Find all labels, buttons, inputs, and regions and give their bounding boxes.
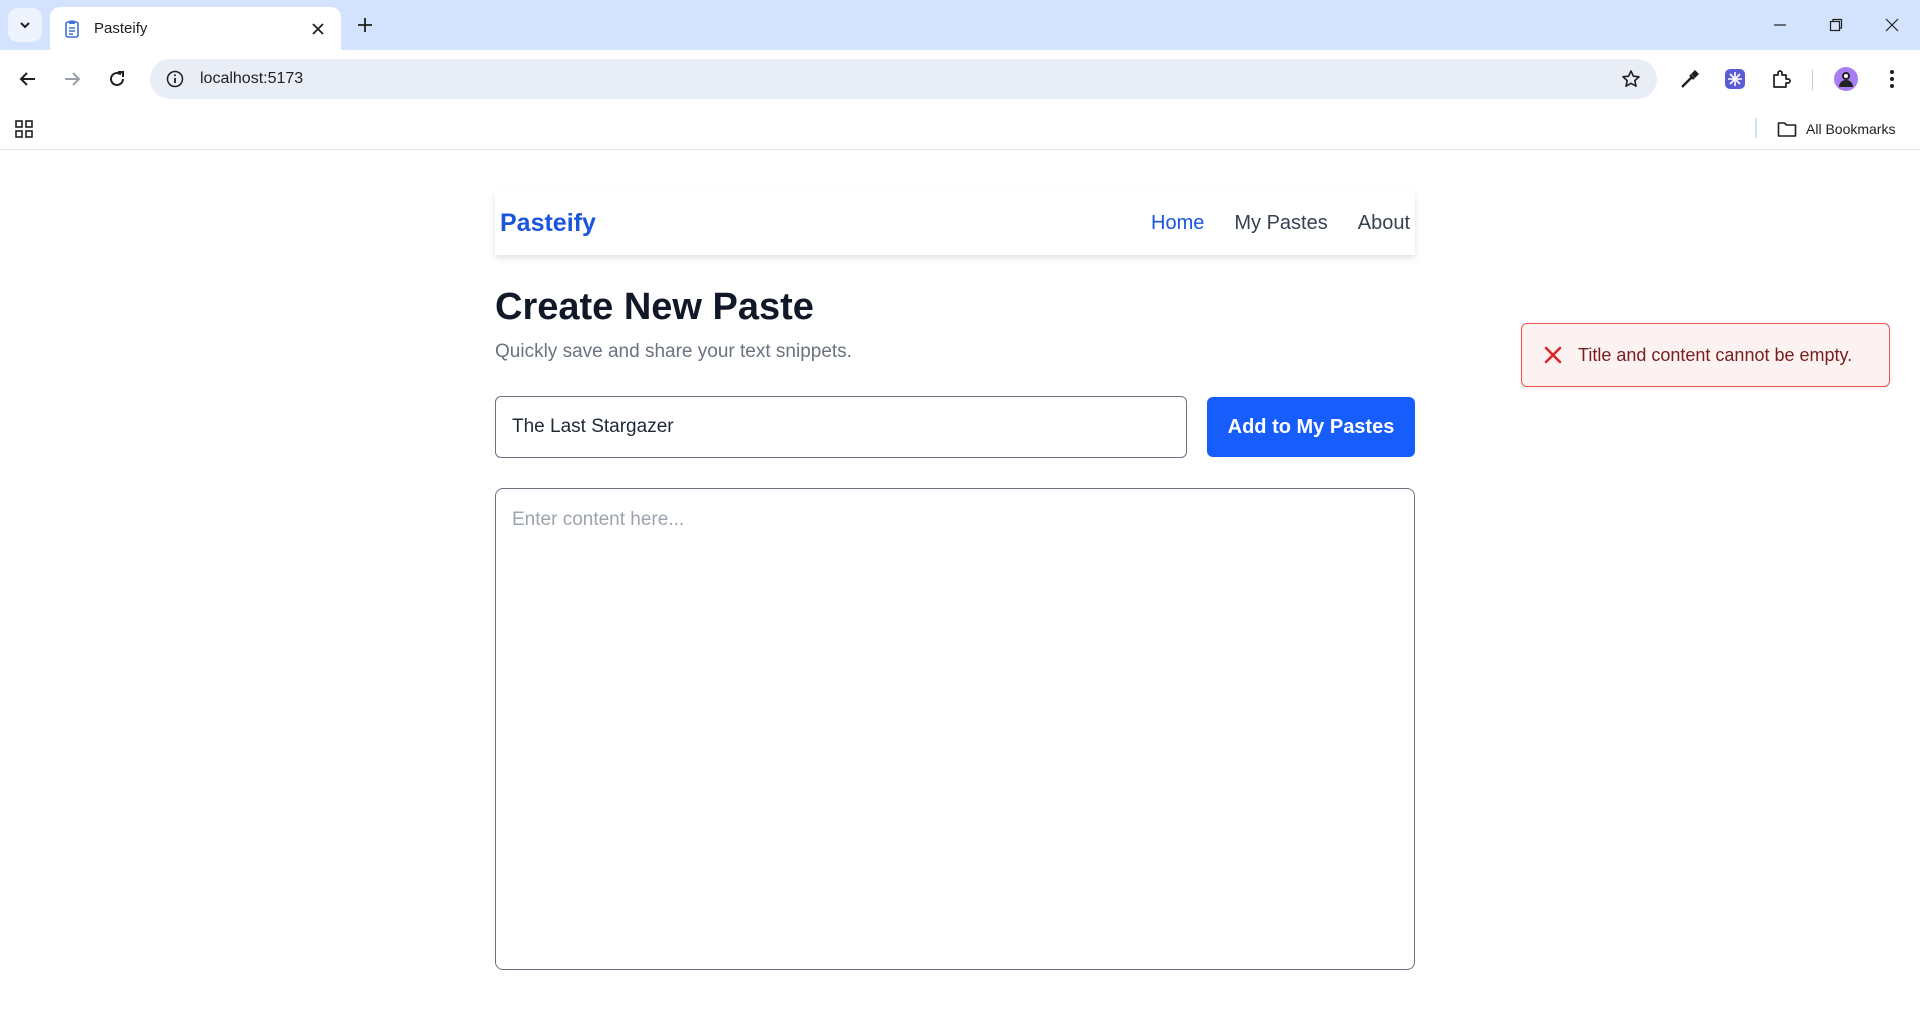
extensions-puzzle-icon[interactable] [1765,63,1797,95]
kebab-menu-icon[interactable] [1876,63,1908,95]
bookmarks-divider [1755,118,1757,138]
chevron-down-icon [20,22,30,29]
url-text: localhost:5173 [200,70,304,87]
address-bar[interactable]: localhost:5173 [150,59,1657,99]
error-toast: Title and content cannot be empty. [1521,323,1890,387]
snowflake-extension-icon[interactable] [1719,63,1751,95]
tab-close-icon[interactable] [307,18,329,40]
toolbar-divider [1812,70,1813,90]
restore-icon[interactable] [1808,0,1864,50]
page-title: Create New Paste [495,286,814,328]
tab-title: Pasteify [94,20,148,37]
minimize-icon[interactable] [1752,0,1808,50]
clipboard-favicon-icon [65,20,79,38]
nav-link-about[interactable]: About [1358,212,1410,235]
page-subtitle: Quickly save and share your text snippet… [495,341,852,362]
add-to-my-pastes-button[interactable]: Add to My Pastes [1207,397,1415,457]
brand-logo[interactable]: Pasteify [500,209,1151,238]
error-x-icon [1542,344,1564,366]
bookmarks-bar: All Bookmarks [0,108,1920,150]
eyedropper-extension-icon[interactable] [1674,63,1706,95]
all-bookmarks-label: All Bookmarks [1806,121,1896,137]
app-navbar: Pasteify Home My Pastes About [495,191,1415,255]
nav-link-my-pastes[interactable]: My Pastes [1234,212,1327,235]
browser-toolbar: localhost:5173 [0,50,1920,108]
back-arrow-icon[interactable] [12,63,44,95]
profile-avatar[interactable] [1830,63,1862,95]
apps-grid-icon[interactable] [12,117,36,141]
browser-tab-active[interactable]: Pasteify [50,7,341,50]
browser-tabstrip: Pasteify [0,0,1920,50]
paste-content-textarea[interactable] [495,488,1415,970]
bookmark-star-icon[interactable] [1619,67,1643,91]
page-content: Pasteify Home My Pastes About Create New… [0,151,1920,1020]
reload-icon[interactable] [101,63,133,95]
new-tab-plus-icon[interactable] [350,10,380,40]
window-close-icon[interactable] [1864,0,1920,50]
folder-icon [1776,118,1798,140]
nav-links: Home My Pastes About [1151,212,1410,235]
window-controls [1752,0,1920,50]
site-info-icon[interactable] [164,68,186,90]
all-bookmarks-button[interactable]: All Bookmarks [1776,116,1895,142]
error-toast-message: Title and content cannot be empty. [1578,344,1853,365]
tab-search-button[interactable] [8,8,42,42]
nav-link-home[interactable]: Home [1151,212,1204,235]
forward-arrow-icon[interactable] [56,63,88,95]
paste-title-input[interactable] [495,396,1187,458]
